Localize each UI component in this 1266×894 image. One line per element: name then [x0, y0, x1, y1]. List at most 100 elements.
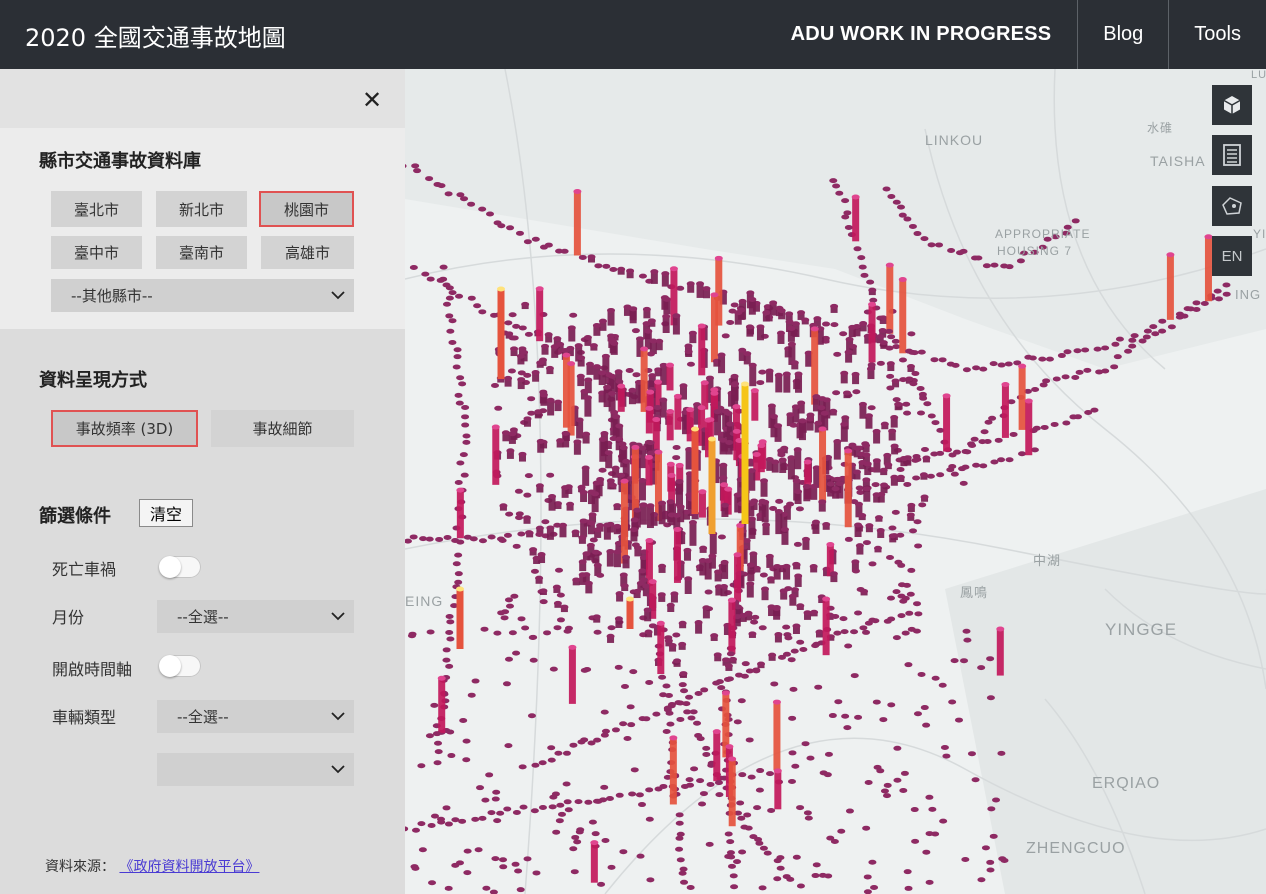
hexbin-peak-column: [741, 384, 749, 524]
hexbin-column: [943, 395, 951, 452]
hexbin-cell: [635, 336, 644, 342]
city-button-tainan[interactable]: 臺南市: [156, 236, 247, 269]
hexbin-column: [645, 408, 653, 434]
hexbin-cell: [813, 316, 822, 322]
hexbin-cell: [851, 194, 860, 200]
hexbin-cell: [763, 850, 772, 856]
source-link[interactable]: 《政府資料開放平台》: [119, 859, 259, 875]
fatal-toggle[interactable]: [159, 556, 201, 578]
hexbin-cell: [752, 451, 761, 457]
hexbin-cell: [724, 663, 733, 669]
list-button[interactable]: [1212, 135, 1252, 175]
hexbin-cell: [507, 368, 516, 374]
close-icon[interactable]: ✕: [362, 88, 382, 112]
hexbin-cell: [818, 499, 827, 505]
hexbin-cell: [798, 418, 807, 424]
hexbin-cell: [615, 379, 624, 385]
hexbin-cell: [635, 792, 644, 798]
hexbin-cell: [442, 647, 451, 653]
timeline-toggle[interactable]: [159, 655, 201, 677]
hexbin-cell: [822, 522, 831, 528]
hexbin-cell: [576, 373, 585, 379]
hexbin-cell: [939, 818, 948, 824]
hexbin-cell: [432, 731, 441, 737]
hexbin-cell: [724, 410, 733, 416]
hexbin-cell: [777, 654, 786, 660]
3d-view-button[interactable]: [1212, 85, 1252, 125]
map-canvas[interactable]: [405, 69, 1266, 894]
hexbin-cell: [617, 472, 626, 478]
hexbin-cell: [699, 791, 708, 797]
hexbin-cell: [664, 638, 673, 644]
map-view[interactable]: LINKOU 水碓 TAISHA APPROPRIATE HOUSING 7 中…: [405, 69, 1266, 894]
month-select[interactable]: --全選--: [157, 600, 354, 633]
site-title[interactable]: 2020 全國交通事故地圖: [25, 18, 286, 53]
hexbin-column: [1166, 254, 1174, 320]
map-label-lu: LU: [1251, 69, 1266, 81]
brand-link[interactable]: ADU WORK IN PROGRESS: [791, 23, 1078, 46]
hexbin-cell: [600, 732, 609, 738]
hexbin-column: [608, 393, 616, 412]
city-button-kaohsiung[interactable]: 高雄市: [261, 236, 354, 269]
hexbin-cell: [906, 591, 915, 597]
hexbin-cell: [613, 549, 622, 555]
hexbin-cell: [831, 614, 840, 620]
hexbin-column: [775, 375, 783, 393]
hexbin-cell: [573, 439, 582, 445]
city-button-taipei[interactable]: 臺北市: [51, 191, 142, 227]
hexbin-cell: [830, 322, 839, 328]
hexbin-cell: [886, 595, 895, 601]
hexbin-cell: [887, 193, 896, 199]
hexbin-cell: [990, 262, 999, 268]
hexbin-cell: [826, 481, 835, 487]
hexbin-cell: [758, 369, 767, 375]
hexbin-cell: [560, 604, 569, 610]
city-button-taichung[interactable]: 臺中市: [51, 236, 142, 269]
hexbin-cell: [844, 225, 853, 231]
hexbin-cell: [675, 835, 684, 841]
language-en-button[interactable]: EN: [1212, 236, 1252, 276]
city-button-taoyuan[interactable]: 桃園市: [259, 191, 354, 227]
hexbin-cell: [601, 838, 610, 844]
hexbin-column: [1204, 236, 1212, 302]
hexbin-cell: [682, 701, 691, 707]
city-button-new-taipei[interactable]: 新北市: [156, 191, 247, 227]
vehicle-subtype-select[interactable]: [157, 753, 354, 786]
hexbin-cell: [604, 450, 613, 456]
hexbin-cell: [605, 795, 614, 801]
hexbin-cell: [786, 412, 795, 418]
hexbin-cell: [642, 306, 651, 312]
hexbin-cell: [752, 668, 761, 674]
hexbin-cell: [1069, 414, 1078, 420]
hexbin-cell: [907, 567, 916, 573]
hexbin-cell: [940, 745, 949, 751]
hexbin-cell: [510, 346, 519, 352]
hexbin-cell: [532, 870, 541, 876]
mode-button-3d[interactable]: 事故頻率 (3D): [51, 410, 198, 447]
hexbin-column: [646, 505, 654, 529]
hexbin-cell: [569, 312, 578, 318]
hexbin-cell: [890, 414, 899, 420]
mode-button-details[interactable]: 事故細節: [211, 410, 354, 447]
hexbin-cell: [737, 815, 746, 821]
hexbin-cell: [862, 629, 871, 635]
hexbin-cell: [917, 349, 926, 355]
hexbin-cell: [645, 537, 654, 543]
hexbin-cell: [613, 503, 622, 509]
map-layer-button[interactable]: [1212, 186, 1252, 226]
hexbin-column: [783, 374, 791, 393]
blog-link[interactable]: Blog: [1078, 23, 1168, 46]
hexbin-cell: [646, 389, 655, 395]
clear-button[interactable]: 清空: [139, 499, 193, 527]
hexbin-cell: [664, 692, 673, 698]
hexbin-cell: [803, 810, 812, 816]
other-city-select[interactable]: --其他縣市--: [51, 279, 354, 312]
hexbin-cell: [876, 360, 885, 366]
hexbin-cell: [758, 625, 767, 631]
tools-link[interactable]: Tools: [1169, 23, 1266, 46]
hexbin-cell: [662, 296, 671, 302]
hexbin-cell: [896, 204, 905, 210]
hexbin-cell: [950, 471, 959, 477]
vehicle-select[interactable]: --全選--: [157, 700, 354, 733]
hexbin-cell: [831, 486, 840, 492]
